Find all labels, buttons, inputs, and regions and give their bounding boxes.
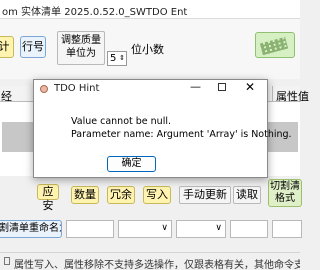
switch-format-button[interactable]: 切割清 格式 [268, 179, 302, 207]
toolbar: 计 行号 调整质量 单位为 5 ⇕ 位小数 [0, 19, 300, 79]
decimal-places-stepper[interactable]: 5 ⇕ [107, 51, 127, 66]
chevron-down-icon: ∨ [161, 223, 168, 233]
column-divider [272, 86, 273, 102]
maximize-icon[interactable] [218, 83, 226, 91]
write-button[interactable]: 写入 [143, 186, 171, 204]
apply-button[interactable]: 应安 [37, 184, 59, 212]
row-number-label: 行号 [22, 40, 44, 53]
rename-list-label: 割清单重命名为 [0, 223, 61, 234]
ok-button-label: 确定 [121, 158, 142, 169]
window-title-bar: om 实体清单 2025.0.52.0_SWTDO Ent [0, 0, 300, 19]
redundant-button-label: 冗余 [110, 188, 132, 201]
decimal-places-value: 5 [110, 53, 117, 64]
error-dialog: TDO Hint — ✕ Value cannot be null. Param… [33, 79, 292, 178]
rename-field-3[interactable] [272, 220, 302, 238]
row-number-button[interactable]: 行号 [20, 36, 46, 58]
status-text: 属性写入、属性移除不支持多选操作，仅跟表格有关，其他命令支持多选 [14, 260, 300, 270]
adjust-mass-label-line1: 调整质量 [61, 35, 101, 46]
switch-format-label-line1: 切割清 [270, 181, 300, 192]
redundant-button[interactable]: 冗余 [107, 186, 135, 204]
dialog-message-line2: Parameter name: Argument 'Array' is Noth… [71, 129, 292, 140]
keyboard-keys-icon [259, 36, 289, 56]
rename-dropdown-2[interactable]: ∨ [176, 220, 226, 238]
spin-arrows-icon[interactable]: ⇕ [119, 52, 125, 65]
status-bar: 属性写入、属性移除不支持多选操作，仅跟表格有关，其他命令支持多选 [0, 252, 300, 270]
app-icon [40, 85, 48, 93]
keyboard-icon[interactable] [255, 32, 295, 58]
apply-button-label: 应安 [42, 185, 54, 212]
manual-update-button[interactable]: 手动更新 [179, 186, 231, 204]
window-title: om 实体清单 2025.0.52.0_SWTDO Ent [2, 7, 188, 18]
rename-field-1[interactable] [66, 220, 114, 238]
chevron-down-icon: ∨ [215, 223, 222, 233]
rename-list-button[interactable]: 割清单重命名为 [0, 220, 62, 238]
read-button-label: 读取 [236, 188, 258, 201]
column-header-value: 属性值 [276, 90, 309, 103]
adjust-mass-label-line2: 单位为 [66, 48, 96, 59]
switch-format-label-line2: 格式 [275, 193, 295, 204]
manual-update-label: 手动更新 [183, 188, 227, 201]
minimize-icon[interactable]: — [190, 80, 201, 93]
column-header-left: 经 [1, 90, 12, 103]
quantity-button[interactable]: 数量 [71, 186, 99, 204]
read-button[interactable]: 读取 [233, 186, 261, 204]
quantity-button-label: 数量 [74, 188, 96, 201]
rename-field-2[interactable] [230, 220, 268, 238]
calculate-button[interactable]: 计 [0, 36, 14, 58]
close-icon[interactable]: ✕ [245, 80, 255, 94]
write-button-label: 写入 [146, 188, 168, 201]
decimal-places-label: 位小数 [131, 43, 164, 56]
dialog-message-line1: Value cannot be null. [71, 116, 171, 127]
calculate-button-label: 计 [0, 40, 10, 53]
ok-button[interactable]: 确定 [107, 156, 156, 172]
adjust-mass-unit-button[interactable]: 调整质量 单位为 [57, 31, 105, 65]
rename-dropdown-1[interactable]: ∨ [118, 220, 172, 238]
dialog-title: TDO Hint [54, 83, 100, 94]
status-icon [4, 257, 10, 265]
